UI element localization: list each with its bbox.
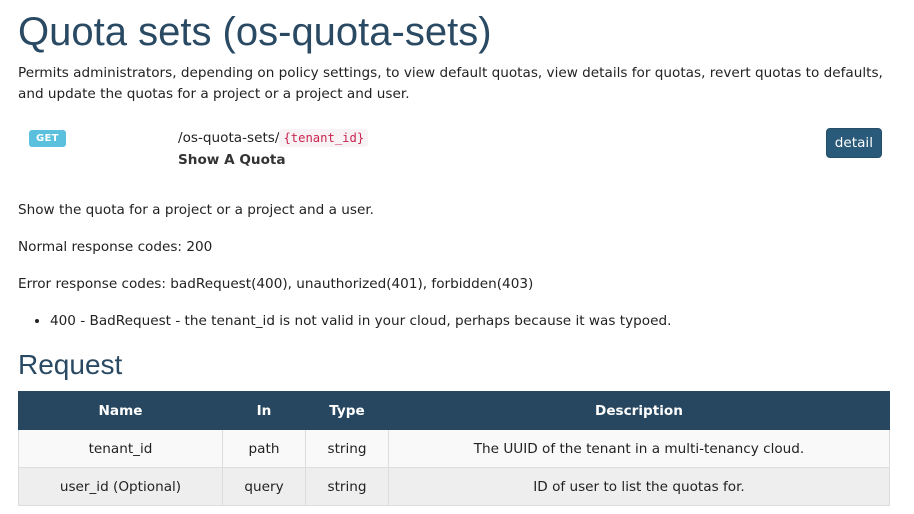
endpoint-description: Show the quota for a project or a projec… <box>18 202 374 218</box>
page-intro: Permits administrators, depending on pol… <box>18 65 883 102</box>
method-badge: GET <box>29 130 66 147</box>
table-header-row: Name In Type Description <box>18 391 890 430</box>
table-row: user_id (Optional) query string ID of us… <box>18 467 890 506</box>
detail-button[interactable]: detail <box>825 128 882 158</box>
param-name: user_id (Optional) <box>18 467 223 506</box>
normal-response-codes: Normal response codes: 200 <box>18 239 213 255</box>
page-title: Quota sets (os-quota-sets) <box>18 10 492 54</box>
param-type: string <box>305 429 389 468</box>
column-header-description: Description <box>388 391 890 430</box>
error-response-codes: Error response codes: badRequest(400), u… <box>18 276 534 292</box>
param-type: string <box>305 467 389 506</box>
endpoint-url: /os-quota-sets/{tenant_id} <box>178 127 369 149</box>
request-section-title: Request <box>18 349 123 380</box>
list-item: 400 - BadRequest - the tenant_id is not … <box>50 311 671 332</box>
column-header-in: In <box>222 391 306 430</box>
table-row: tenant_id path string The UUID of the te… <box>18 429 890 468</box>
endpoint-summary: Show A Quota <box>178 152 286 168</box>
param-name: tenant_id <box>18 429 223 468</box>
endpoint-path-param: {tenant_id} <box>279 129 369 147</box>
param-in: query <box>222 467 306 506</box>
endpoint-row: GET /os-quota-sets/{tenant_id} Show A Qu… <box>18 124 890 174</box>
request-parameters-table: Name In Type Description tenant_id path … <box>18 391 890 506</box>
column-header-type: Type <box>305 391 389 430</box>
param-description: ID of user to list the quotas for. <box>388 467 890 506</box>
column-header-name: Name <box>18 391 223 430</box>
param-description: The UUID of the tenant in a multi-tenanc… <box>388 429 890 468</box>
error-notes-list: 400 - BadRequest - the tenant_id is not … <box>18 311 671 332</box>
endpoint-path-prefix: /os-quota-sets/ <box>178 130 280 146</box>
param-in: path <box>222 429 306 468</box>
